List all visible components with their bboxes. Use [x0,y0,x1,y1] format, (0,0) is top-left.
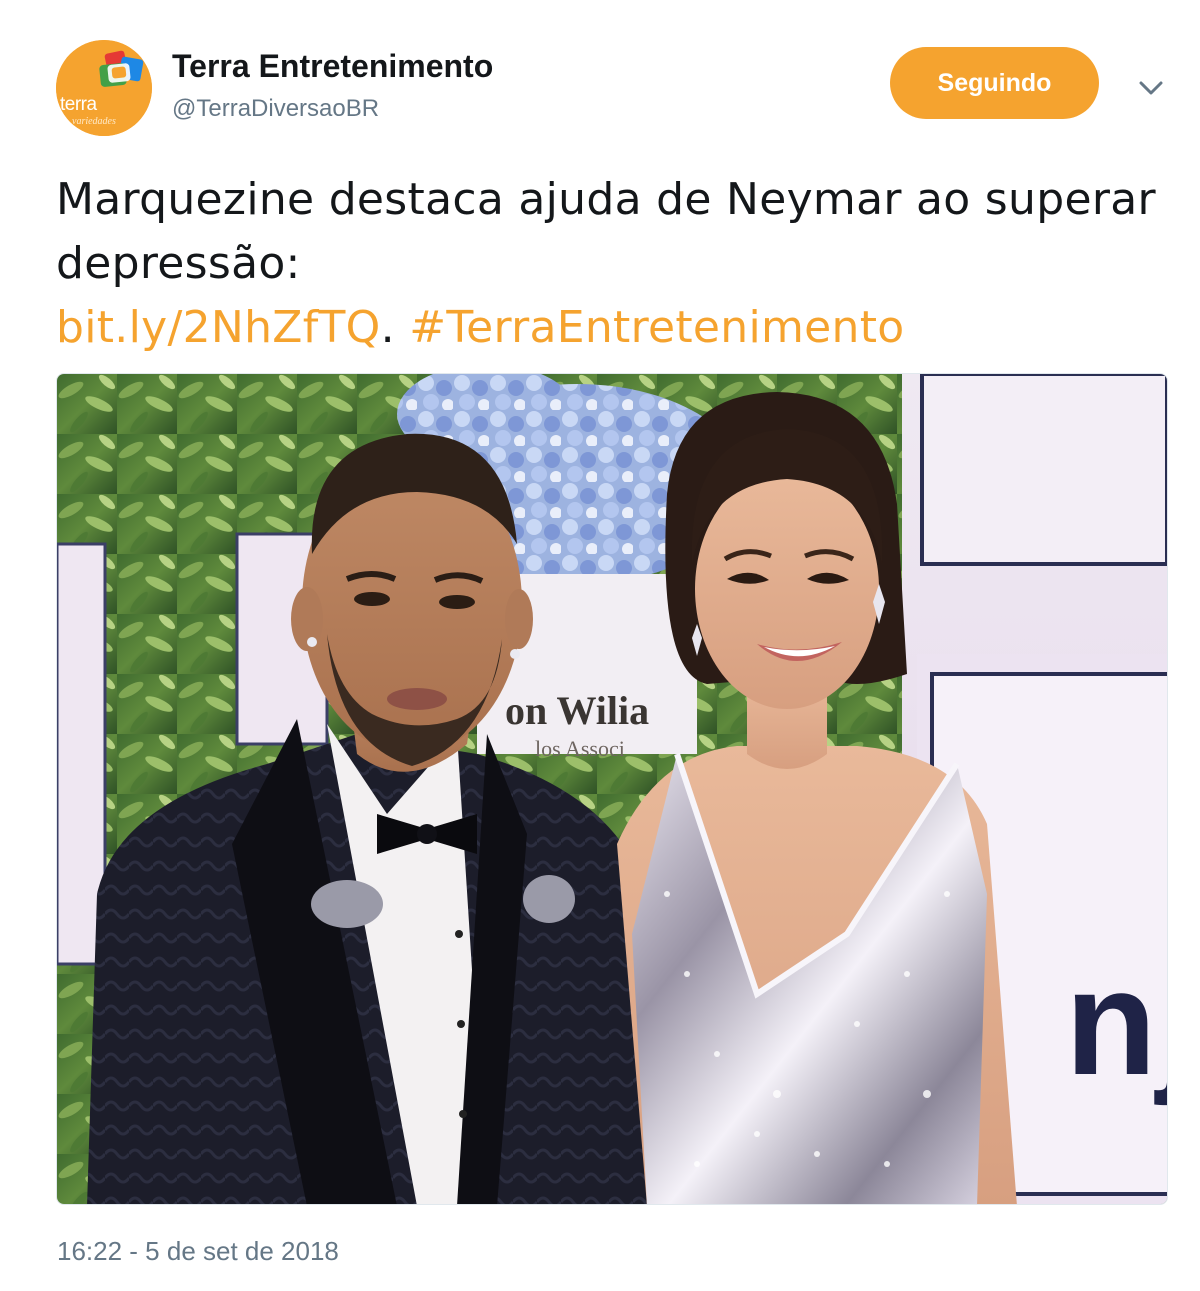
tweet-hashtag[interactable]: #TerraEntretenimento [409,302,904,353]
avatar[interactable]: terra variedades [56,40,152,136]
photo-banner-text: nj [1065,938,1168,1106]
tweet-text: Marquezine destaca ajuda de Neymar ao su… [56,168,1166,360]
account-handle[interactable]: @TerraDiversaoBR [172,95,379,123]
tweet-separator: . [380,302,395,353]
avatar-logo-subtext: variedades [72,116,116,127]
avatar-logo-text: terra [60,94,97,115]
tweet-timestamp[interactable]: 16:22 - 5 de set de 2018 [57,1236,339,1267]
tweet-text-main: Marquezine destaca ajuda de Neymar ao su… [56,174,1156,289]
following-button[interactable]: Seguindo [890,47,1099,119]
photo-backdrop-text-2: los Associ [535,736,625,761]
photo-backdrop-text-1: on Wilia [505,688,649,733]
tweet-photo[interactable]: nj on Wilia los Associ [56,373,1168,1205]
tweet-card: terra variedades Terra Entretenimento @T… [0,0,1200,1291]
display-name[interactable]: Terra Entretenimento [172,48,493,85]
chevron-down-icon[interactable] [1134,76,1168,100]
tweet-link[interactable]: bit.ly/2NhZfTQ [56,302,381,353]
photo-illustration: nj on Wilia los Associ [57,374,1168,1204]
